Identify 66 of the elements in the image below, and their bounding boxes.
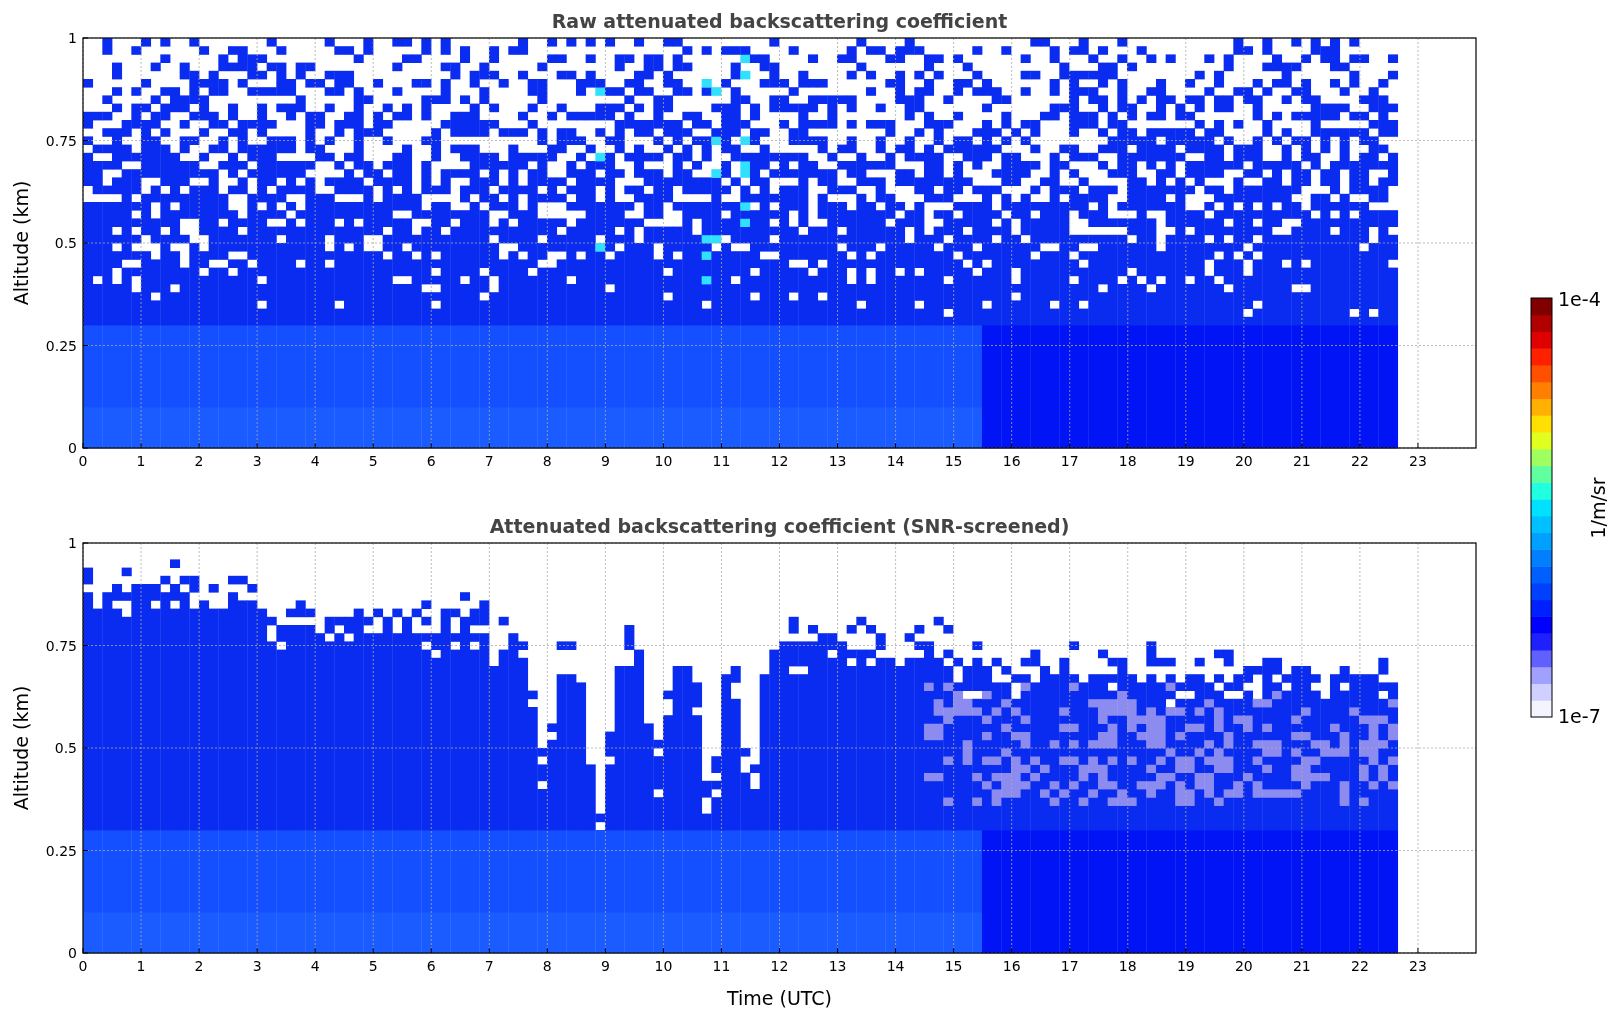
tick-label: 12	[770, 453, 789, 469]
colorbar-label: 1e-4	[1558, 288, 1601, 310]
tick-label: 3	[252, 453, 262, 469]
tick-label: 5	[368, 453, 378, 469]
colorbar-unit: 1/m/sr	[1587, 477, 1609, 539]
tick-label: 14	[886, 958, 905, 974]
tick-label: 1	[136, 453, 146, 469]
tick-label: 11	[712, 958, 731, 974]
tick-label: 3	[252, 958, 262, 974]
tick-label: 0.5	[54, 235, 77, 251]
tick-label: 19	[1176, 453, 1195, 469]
tick-label: 6	[426, 453, 436, 469]
tick-label: 6	[426, 958, 436, 974]
tick-label: 5	[368, 958, 378, 974]
tick-label: 4	[310, 453, 320, 469]
tick-label: 15	[944, 958, 963, 974]
tick-label: 17	[1060, 958, 1079, 974]
tick-label: 1	[68, 30, 77, 46]
tick-label: 20	[1234, 453, 1253, 469]
tick-label: 13	[828, 453, 847, 469]
tick-label: 0.75	[45, 132, 77, 149]
tick-label: 22	[1351, 958, 1369, 974]
tick-label: 19	[1176, 958, 1195, 974]
tick-label: 18	[1118, 453, 1137, 469]
tick-label: 4	[310, 958, 320, 974]
plot-title: Raw attenuated backscattering coefficient	[551, 10, 1008, 32]
tick-label: 10	[654, 958, 673, 974]
tick-label: 9	[600, 453, 610, 469]
tick-label: 17	[1060, 453, 1079, 469]
tick-label: 18	[1118, 958, 1137, 974]
tick-label: 11	[712, 453, 731, 469]
tick-label: 12	[770, 958, 789, 974]
tick-label: 0	[78, 958, 88, 974]
tick-label: 7	[484, 453, 494, 469]
axis-label: Time (UTC)	[727, 987, 832, 1009]
tick-label: 9	[600, 958, 610, 974]
tick-label: 7	[484, 958, 494, 974]
tick-label: 8	[542, 958, 552, 974]
tick-label: 21	[1292, 453, 1311, 469]
tick-label: 8	[542, 453, 552, 469]
tick-label: 0	[68, 945, 77, 961]
tick-label: 23	[1409, 453, 1427, 469]
tick-label: 22	[1351, 453, 1369, 469]
tick-label: 13	[828, 958, 847, 974]
tick-label: 15	[944, 453, 963, 469]
axis-label: Altitude (km)	[10, 685, 32, 811]
tick-label: 16	[1002, 958, 1021, 974]
tick-label: 23	[1409, 958, 1427, 974]
tick-label: 0.25	[45, 842, 77, 859]
axis-label: Altitude (km)	[10, 180, 32, 306]
tick-label: 10	[654, 453, 673, 469]
tick-label: 0	[78, 453, 88, 469]
tick-label: 0.25	[45, 337, 77, 354]
tick-label: 1	[68, 535, 77, 551]
tick-label: 14	[886, 453, 905, 469]
tick-label: 16	[1002, 453, 1021, 469]
tick-label: 20	[1234, 958, 1253, 974]
tick-label: 2	[194, 958, 204, 974]
tick-label: 0	[68, 440, 77, 456]
tick-label: 1	[136, 958, 146, 974]
plot-title: Attenuated backscattering coefficient (SNR-screened)	[489, 515, 1070, 537]
tick-label: 0.75	[45, 637, 77, 654]
tick-label: 21	[1292, 958, 1311, 974]
tick-label: 2	[194, 453, 204, 469]
colorbar-label: 1e-7	[1558, 705, 1601, 727]
tick-label: 0.5	[54, 740, 77, 756]
